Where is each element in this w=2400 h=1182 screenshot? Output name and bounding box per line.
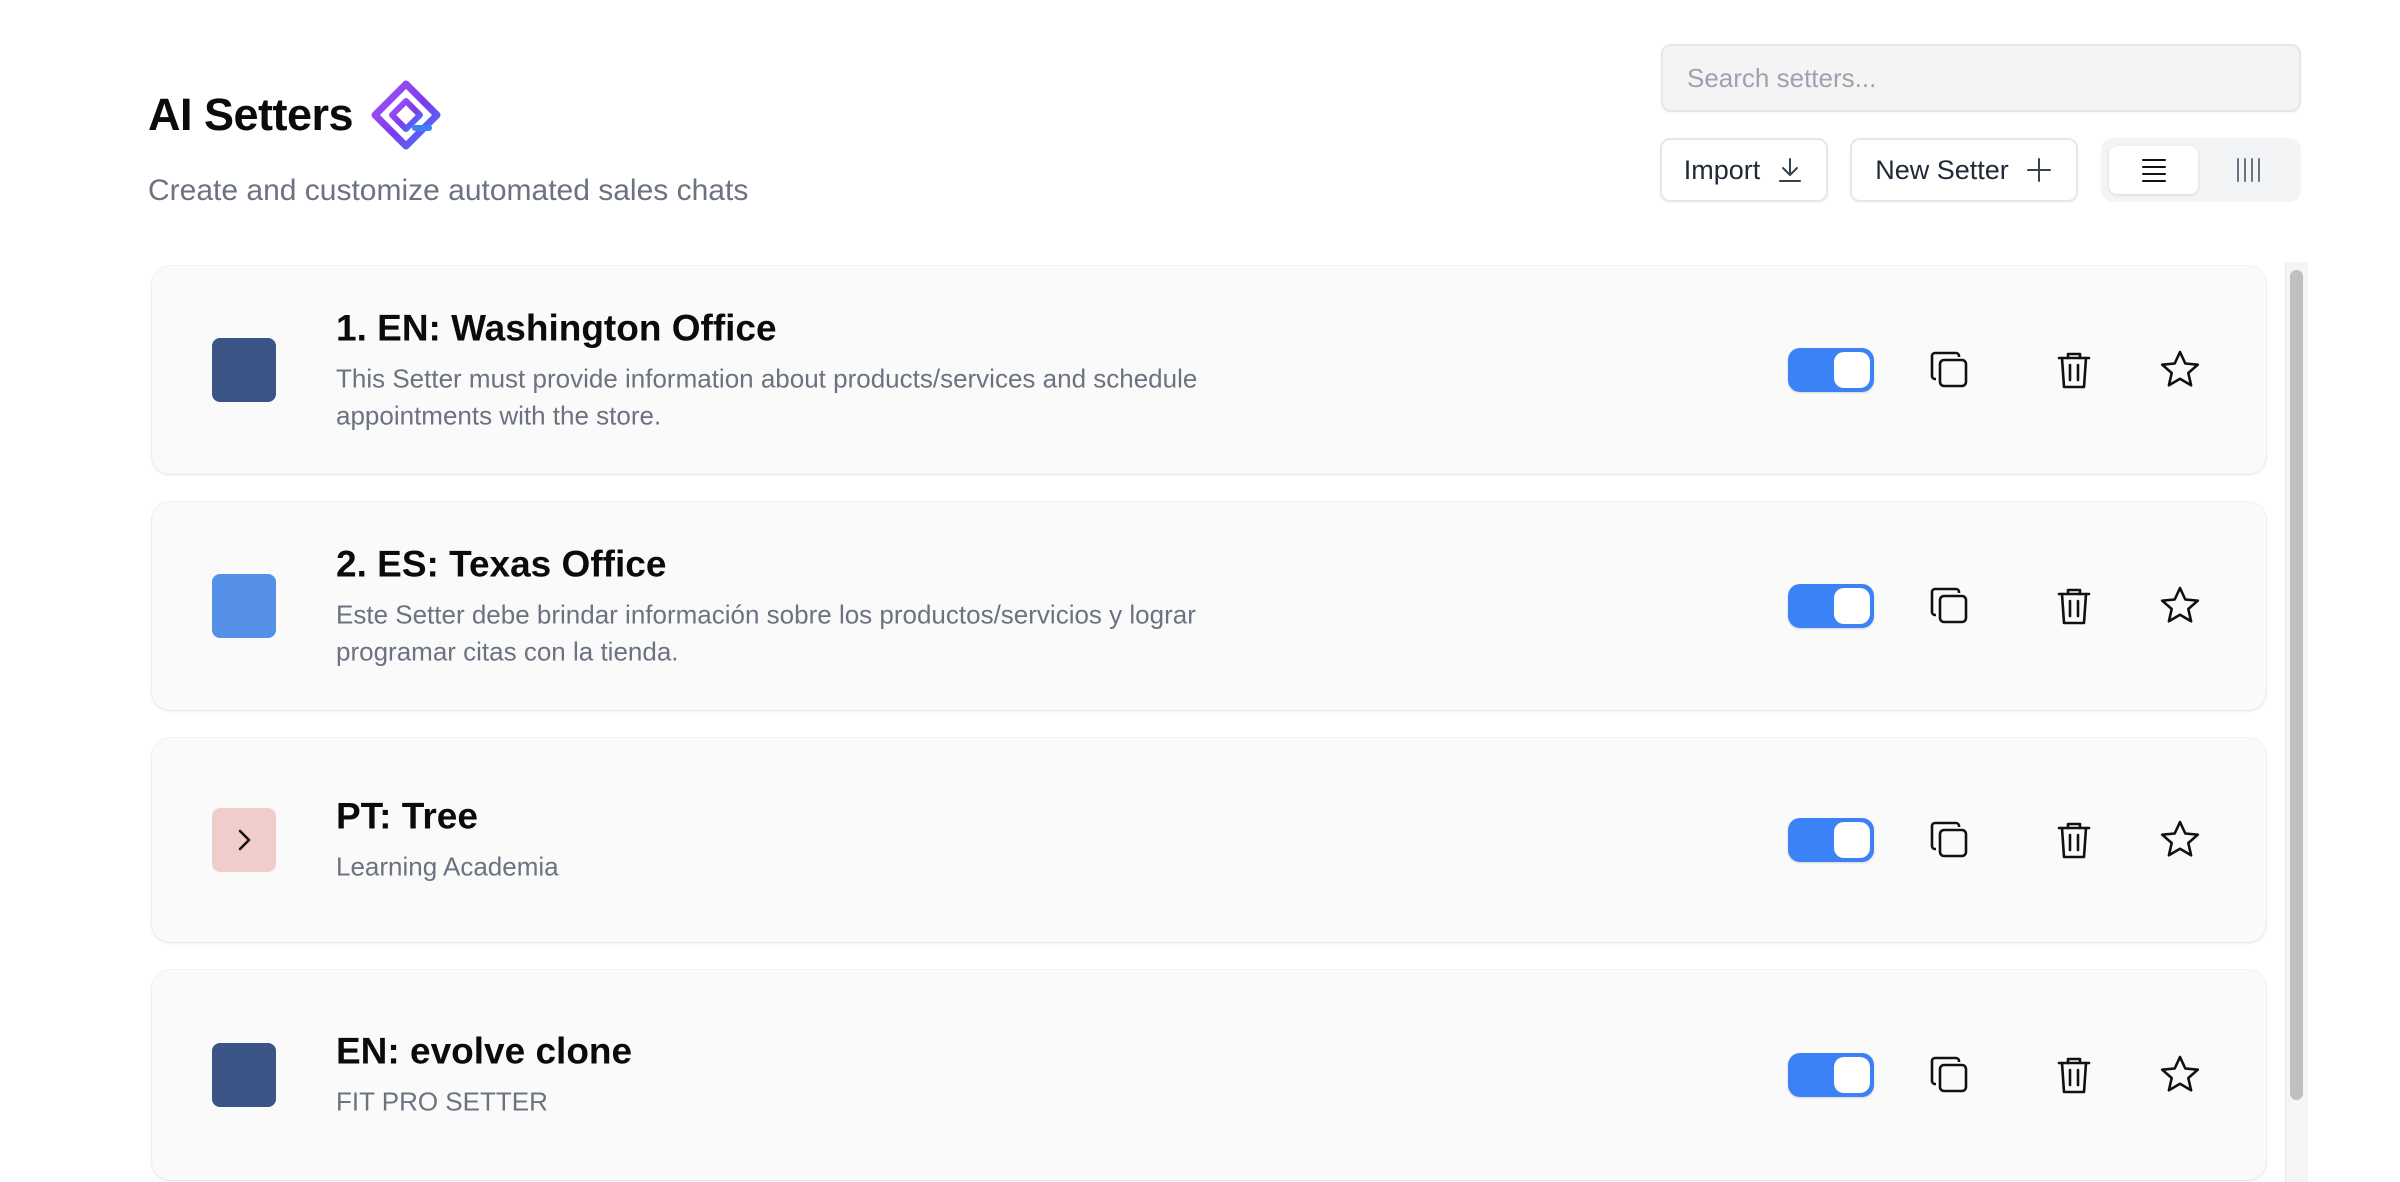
scrollbar-thumb[interactable]: [2290, 270, 2303, 1100]
toggle-knob: [1834, 588, 1870, 624]
setter-enabled-toggle[interactable]: [1788, 584, 1874, 628]
star-icon: [2160, 586, 2200, 623]
setter-description: Este Setter debe brindar información sob…: [336, 599, 1196, 667]
list-view-icon: [2141, 159, 2166, 182]
favorite-button[interactable]: [2156, 1051, 2204, 1099]
copy-icon: [1930, 1056, 1968, 1093]
delete-button[interactable]: [2050, 582, 2098, 630]
setter-enabled-toggle[interactable]: [1788, 348, 1874, 392]
setter-title: PT: Tree: [336, 795, 478, 837]
setter-description: Learning Academia: [336, 852, 559, 882]
trash-icon: [2057, 822, 2091, 859]
page-title: AI Setters: [148, 89, 354, 140]
setter-enabled-toggle[interactable]: [1788, 1053, 1874, 1097]
plus-icon: [2026, 158, 2051, 182]
column-view-button[interactable]: [2204, 146, 2293, 194]
new-setter-button[interactable]: New Setter: [1850, 138, 2078, 202]
delete-button[interactable]: [2050, 346, 2098, 394]
setter-color-swatch: [212, 338, 276, 402]
favorite-button[interactable]: [2156, 816, 2204, 864]
star-icon: [2160, 820, 2200, 857]
star-icon: [2160, 350, 2200, 387]
view-mode-toggle: [2101, 138, 2301, 202]
setter-title: EN: evolve clone: [336, 1030, 633, 1072]
copy-icon: [1930, 587, 1968, 624]
import-button[interactable]: Import: [1660, 138, 1828, 202]
setter-text: 2. ES: Texas Office Este Setter debe bri…: [336, 542, 1236, 669]
duplicate-button[interactable]: [1926, 816, 1974, 864]
download-icon: [1779, 158, 1802, 182]
delete-button[interactable]: [2050, 1051, 2098, 1099]
setter-card[interactable]: 2. ES: Texas Office Este Setter debe bri…: [152, 502, 2266, 710]
search-input[interactable]: [1661, 44, 2301, 112]
favorite-button[interactable]: [2156, 346, 2204, 394]
import-button-label: Import: [1683, 154, 1761, 185]
delete-button[interactable]: [2050, 816, 2098, 864]
toggle-knob: [1834, 352, 1870, 388]
duplicate-button[interactable]: [1926, 582, 1974, 630]
toggle-knob: [1834, 1057, 1870, 1093]
setter-text: EN: evolve clone FIT PRO SETTER: [336, 1030, 1236, 1121]
toggle-knob: [1834, 822, 1870, 858]
setter-color-swatch: [212, 808, 276, 872]
trash-icon: [2057, 352, 2091, 389]
title-row: AI Setters: [148, 80, 748, 150]
duplicate-button[interactable]: [1926, 346, 1974, 394]
list-view-button[interactable]: [2109, 146, 2198, 194]
column-view-icon: [2236, 158, 2260, 182]
setter-title: 2. ES: Texas Office: [336, 543, 667, 585]
setter-text: 1. EN: Washington Office This Setter mus…: [336, 306, 1236, 433]
page-subtitle: Create and customize automated sales cha…: [148, 174, 749, 207]
setter-color-swatch: [212, 574, 276, 638]
setter-color-swatch: [212, 1043, 276, 1107]
trash-icon: [2057, 588, 2091, 625]
star-icon: [2160, 1055, 2200, 1092]
setter-description: This Setter must provide information abo…: [336, 363, 1198, 431]
copy-icon: [1930, 821, 1968, 858]
logo-icon: [371, 80, 441, 150]
favorite-button[interactable]: [2156, 582, 2204, 630]
setter-enabled-toggle[interactable]: [1788, 818, 1874, 862]
setter-card[interactable]: 1. EN: Washington Office This Setter mus…: [152, 266, 2266, 474]
setter-card[interactable]: PT: Tree Learning Academia: [152, 738, 2266, 942]
setter-card[interactable]: EN: evolve clone FIT PRO SETTER: [152, 970, 2266, 1180]
list-scrollbar[interactable]: [2285, 262, 2308, 1182]
duplicate-button[interactable]: [1926, 1051, 1974, 1099]
chevron-right-icon: [238, 829, 251, 851]
setter-text: PT: Tree Learning Academia: [336, 795, 1236, 886]
trash-icon: [2057, 1057, 2091, 1094]
copy-icon: [1930, 351, 1968, 388]
setter-description: FIT PRO SETTER: [336, 1087, 548, 1117]
new-setter-button-label: New Setter: [1875, 154, 2009, 185]
setter-title: 1. EN: Washington Office: [336, 307, 777, 349]
page-header: AI Setters Create and customize automate…: [148, 80, 748, 208]
